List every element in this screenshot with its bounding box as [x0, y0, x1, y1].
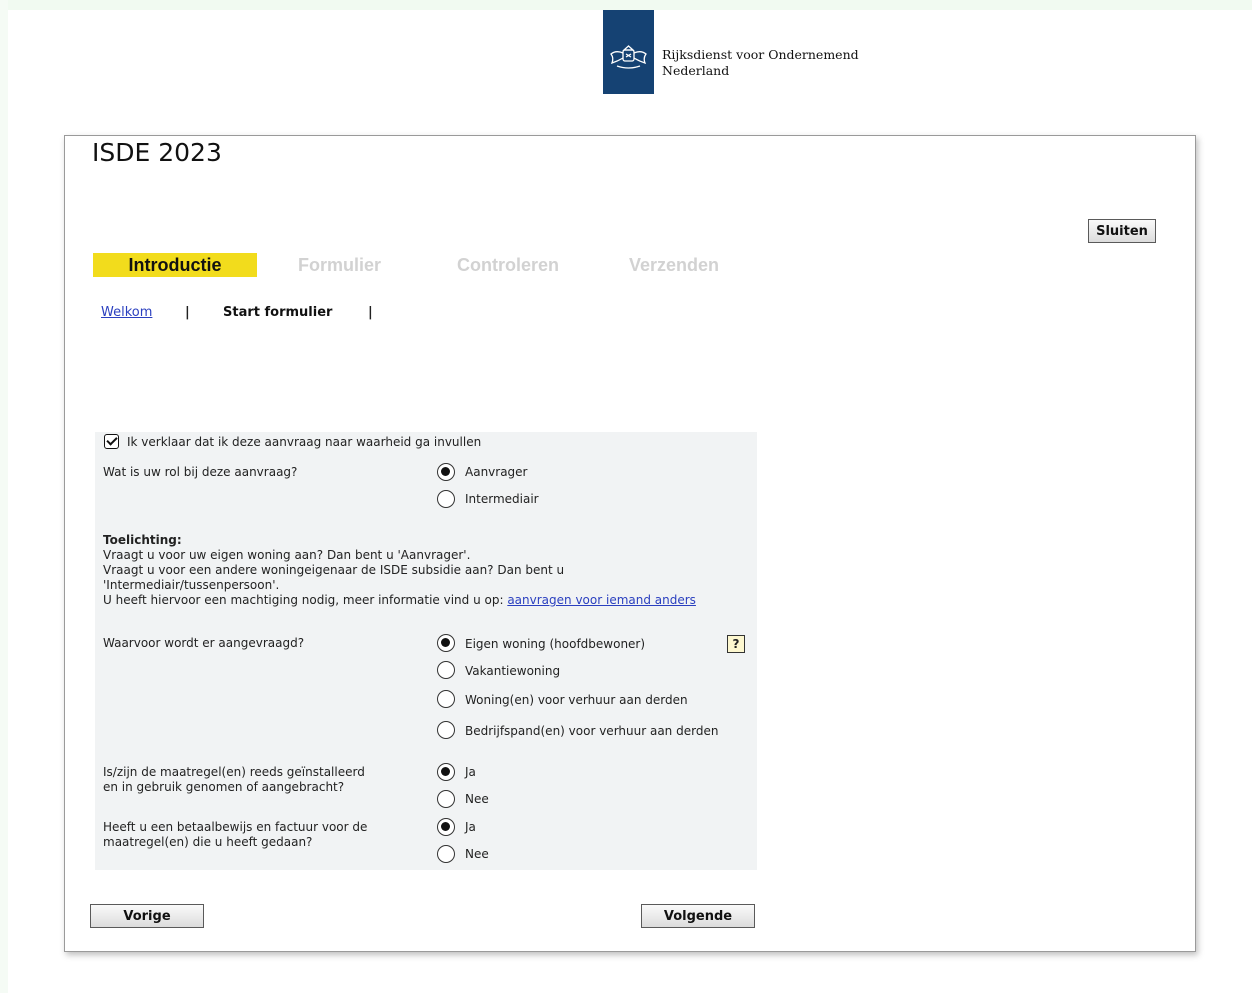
rvo-logo-text: Rijksdienst voor Ondernemend Nederland — [662, 47, 859, 79]
explanation-line: Vraagt u voor uw eigen woning aan? Dan b… — [103, 548, 471, 562]
explanation-line: 'Intermediair/tussenpersoon'. — [103, 578, 280, 592]
invoice-option-label: Ja — [465, 820, 476, 834]
declaration-checkbox[interactable] — [104, 434, 119, 449]
explanation-line: U heeft hiervoor een machtiging nodig, m… — [103, 593, 696, 608]
purpose-option-label: Vakantiewoning — [465, 664, 561, 678]
main-panel: ISDE 2023 Sluiten Introductie Formulier … — [64, 135, 1196, 952]
next-button[interactable]: Volgende — [641, 904, 755, 928]
installed-question-cont: en in gebruik genomen of aangebracht? — [103, 780, 345, 794]
purpose-option-label: Bedrijfspand(en) voor verhuur aan derden — [465, 724, 719, 738]
declaration-label: Ik verklaar dat ik deze aanvraag naar wa… — [127, 435, 482, 449]
left-strip — [0, 0, 8, 993]
logo-line-2: Nederland — [662, 63, 730, 78]
purpose-option-label: Woning(en) voor verhuur aan derden — [465, 693, 688, 707]
invoice-radio-ja[interactable] — [437, 818, 455, 836]
role-question: Wat is uw rol bij deze aanvraag? — [103, 465, 298, 479]
step-verzenden: Verzenden — [628, 254, 720, 275]
role-option-label: Intermediair — [465, 492, 539, 506]
invoice-option-label: Nee — [465, 847, 489, 861]
role-radio-aanvrager[interactable] — [437, 463, 455, 481]
rvo-logo — [603, 10, 654, 94]
top-strip — [0, 0, 1252, 10]
installed-option-label: Ja — [465, 765, 476, 779]
role-option-label: Aanvrager — [465, 465, 528, 479]
purpose-radio-verhuur-bedrijfspand[interactable] — [437, 721, 455, 739]
form-area: Ik verklaar dat ik deze aanvraag naar wa… — [95, 432, 757, 870]
invoice-question-cont: maatregel(en) die u heeft gedaan? — [103, 835, 313, 849]
step-controleren: Controleren — [456, 254, 559, 275]
purpose-radio-eigen-woning[interactable] — [437, 634, 455, 652]
role-radio-intermediair[interactable] — [437, 490, 455, 508]
subnav-separator: | — [368, 305, 373, 320]
step-introductie[interactable]: Introductie — [93, 253, 257, 277]
invoice-radio-nee[interactable] — [437, 845, 455, 863]
subnav-separator: | — [185, 305, 190, 320]
logo-line-1: Rijksdienst voor Ondernemend — [662, 47, 859, 62]
explanation-text: U heeft hiervoor een machtiging nodig, m… — [103, 593, 504, 607]
purpose-question: Waarvoor wordt er aangevraagd? — [103, 636, 305, 650]
page-title: ISDE 2023 — [92, 138, 222, 167]
subnav-link-welkom[interactable]: Welkom — [101, 305, 152, 320]
installed-question: Is/zijn de maatregel(en) reeds geïnstall… — [103, 765, 365, 779]
subnav-current: Start formulier — [223, 305, 333, 320]
installed-option-label: Nee — [465, 792, 489, 806]
installed-radio-ja[interactable] — [437, 763, 455, 781]
installed-radio-nee[interactable] — [437, 790, 455, 808]
previous-button[interactable]: Vorige — [90, 904, 204, 928]
explanation-heading: Toelichting: — [103, 533, 182, 547]
explanation-line: Vraagt u voor een andere woningeigenaar … — [103, 563, 565, 577]
step-formulier: Formulier — [297, 254, 381, 275]
invoice-question: Heeft u een betaalbewijs en factuur voor… — [103, 820, 368, 834]
help-icon[interactable]: ? — [727, 635, 745, 653]
link-aanvragen-voor-iemand-anders[interactable]: aanvragen voor iemand anders — [507, 593, 696, 607]
purpose-option-label: Eigen woning (hoofdbewoner) — [465, 637, 646, 651]
close-button[interactable]: Sluiten — [1088, 219, 1156, 243]
crest-icon — [610, 45, 647, 69]
purpose-radio-verhuur-woning[interactable] — [437, 690, 455, 708]
purpose-radio-vakantiewoning[interactable] — [437, 661, 455, 679]
